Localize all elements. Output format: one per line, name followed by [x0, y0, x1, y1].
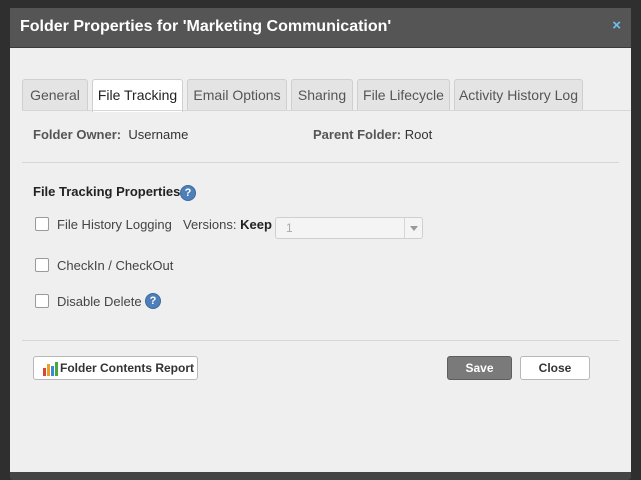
disable-delete-label: Disable Delete: [57, 294, 142, 309]
checkin-label: CheckIn / CheckOut: [57, 258, 174, 273]
versions-keep-text: Keep: [240, 217, 272, 232]
divider: [22, 162, 619, 163]
tab-sharing[interactable]: Sharing: [291, 79, 353, 111]
close-button[interactable]: Close: [520, 356, 590, 380]
versions-select[interactable]: 1: [275, 217, 423, 239]
bar-chart-icon: [43, 362, 58, 376]
divider: [22, 340, 619, 341]
checkin-checkbox[interactable]: [35, 258, 49, 272]
versions-label-text: Versions:: [183, 217, 237, 232]
help-icon[interactable]: ?: [180, 185, 196, 201]
report-button-label: Folder Contents Report: [60, 361, 194, 375]
chevron-down-icon[interactable]: [404, 218, 422, 238]
help-icon[interactable]: ?: [145, 293, 161, 309]
save-button[interactable]: Save: [447, 356, 512, 380]
parent-folder: Parent Folder: Root: [313, 127, 432, 142]
tab-divider: [22, 110, 631, 111]
tab-activity-history-log[interactable]: Activity History Log: [454, 79, 583, 111]
versions-select-value: 1: [286, 221, 293, 235]
versions-label: Versions: Keep: [183, 217, 272, 232]
tab-email-options[interactable]: Email Options: [187, 79, 287, 111]
folder-owner-label: Folder Owner:: [33, 127, 122, 142]
file-history-checkbox[interactable]: [35, 217, 49, 231]
close-icon[interactable]: ×: [612, 17, 621, 34]
folder-properties-dialog: Folder Properties for 'Marketing Communi…: [10, 8, 631, 480]
dialog-body: General File Tracking Email Options Shar…: [10, 48, 631, 472]
file-history-label: File History Logging: [57, 217, 172, 232]
section-title: File Tracking Properties:: [33, 184, 185, 199]
dialog-titlebar: Folder Properties for 'Marketing Communi…: [10, 8, 631, 48]
parent-folder-value: Root: [404, 127, 433, 142]
tab-file-tracking[interactable]: File Tracking: [92, 79, 183, 112]
folder-contents-report-button[interactable]: Folder Contents Report: [33, 356, 198, 380]
folder-owner-value: Username: [128, 127, 189, 142]
folder-owner: Folder Owner: Username: [33, 127, 188, 142]
parent-folder-label: Parent Folder:: [313, 127, 402, 142]
dialog-title: Folder Properties for 'Marketing Communi…: [20, 18, 392, 35]
tab-general[interactable]: General: [22, 79, 88, 111]
tab-file-lifecycle[interactable]: File Lifecycle: [357, 79, 450, 111]
disable-delete-checkbox[interactable]: [35, 294, 49, 308]
